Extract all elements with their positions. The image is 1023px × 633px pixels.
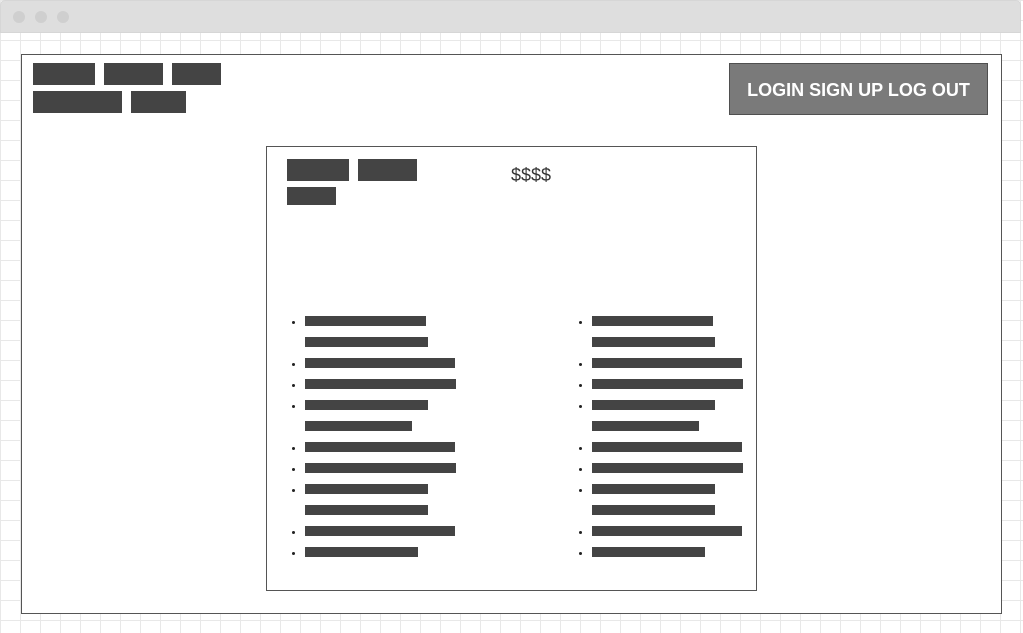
- list-item-placeholder: [592, 484, 715, 494]
- list-item-placeholder: [592, 421, 699, 431]
- nav-link-placeholder[interactable]: [104, 63, 163, 85]
- bullet: [292, 552, 295, 555]
- page-frame: LOGIN SIGN UP LOG OUT $$$$: [21, 54, 1002, 614]
- list-item-placeholder: [592, 379, 743, 389]
- list-item-placeholder: [592, 505, 715, 515]
- list-item-placeholder: [305, 358, 455, 368]
- window-minimize-dot[interactable]: [35, 11, 47, 23]
- bullet: [579, 531, 582, 534]
- product-tag-placeholder: [287, 187, 336, 205]
- bullet: [579, 552, 582, 555]
- product-tag-placeholder: [287, 159, 349, 181]
- list-item-placeholder: [305, 484, 428, 494]
- bullet: [292, 531, 295, 534]
- bullet: [579, 468, 582, 471]
- nav-link-placeholder[interactable]: [33, 91, 122, 113]
- bullet: [292, 405, 295, 408]
- window-titlebar: [0, 0, 1021, 33]
- bullet: [292, 363, 295, 366]
- list-item-placeholder: [592, 442, 742, 452]
- list-item-placeholder: [592, 337, 715, 347]
- bullet: [292, 447, 295, 450]
- list-item-placeholder: [305, 379, 456, 389]
- list-item-placeholder: [305, 505, 428, 515]
- product-card: $$$$: [266, 146, 757, 591]
- list-item-placeholder: [592, 526, 742, 536]
- list-item-placeholder: [305, 526, 455, 536]
- list-item-placeholder: [305, 442, 455, 452]
- list-item-placeholder: [592, 316, 713, 326]
- auth-button[interactable]: LOGIN SIGN UP LOG OUT: [729, 63, 988, 115]
- bullet: [579, 489, 582, 492]
- nav-link-placeholder[interactable]: [33, 63, 95, 85]
- bullet: [579, 321, 582, 324]
- bullet: [579, 384, 582, 387]
- bullet: [292, 321, 295, 324]
- bullet: [292, 468, 295, 471]
- list-item-placeholder: [592, 463, 743, 473]
- product-tag-placeholder: [358, 159, 417, 181]
- list-item-placeholder: [305, 547, 418, 557]
- list-item-placeholder: [305, 421, 412, 431]
- window-zoom-dot[interactable]: [57, 11, 69, 23]
- nav-link-placeholder[interactable]: [131, 91, 186, 113]
- list-item-placeholder: [592, 547, 705, 557]
- nav-link-placeholder[interactable]: [172, 63, 221, 85]
- list-item-placeholder: [592, 400, 715, 410]
- list-item-placeholder: [305, 316, 426, 326]
- bullet: [579, 447, 582, 450]
- bullet: [292, 489, 295, 492]
- list-item-placeholder: [305, 463, 456, 473]
- bullet: [579, 363, 582, 366]
- list-item-placeholder: [592, 358, 742, 368]
- bullet: [292, 384, 295, 387]
- window-close-dot[interactable]: [13, 11, 25, 23]
- bullet: [579, 405, 582, 408]
- product-price: $$$$: [511, 165, 552, 185]
- list-item-placeholder: [305, 337, 428, 347]
- list-item-placeholder: [305, 400, 428, 410]
